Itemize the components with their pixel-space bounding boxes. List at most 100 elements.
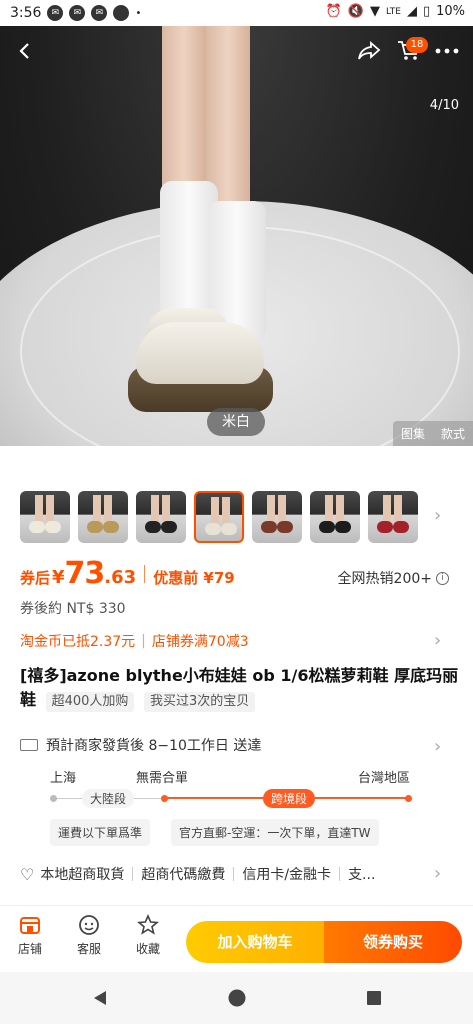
service-item: 支...	[348, 867, 376, 883]
pre-discount-price: 优惠前 ¥79	[153, 569, 235, 587]
signal-icon: ◢	[406, 4, 417, 19]
route-dot-destination	[405, 795, 412, 802]
tag-repurchase: 我买过3次的宝贝	[144, 692, 256, 712]
thumb-shoe	[161, 521, 177, 533]
nav-back-icon[interactable]	[88, 986, 112, 1010]
thumb-shoe	[29, 521, 45, 533]
sku-thumbnails	[20, 491, 418, 543]
product-image[interactable]: 18 4/10 米白	[0, 26, 473, 446]
currency-symbol: ¥	[52, 567, 65, 588]
chevron-right-icon[interactable]: ›	[434, 630, 441, 651]
hot-sales-text: 全网热销200+	[337, 571, 432, 587]
image-page-counter: 4/10	[429, 98, 459, 113]
route-dot-origin	[50, 795, 57, 802]
thumb-leg	[267, 495, 275, 521]
divider	[339, 867, 341, 881]
thumb-leg	[222, 497, 230, 523]
tab-style[interactable]: 款式	[433, 421, 473, 446]
thumb-leg	[162, 495, 170, 521]
segment-domestic: 大陸段	[82, 789, 135, 808]
thumb-shoe	[377, 521, 393, 533]
status-time: 3:56	[10, 5, 42, 21]
color-label-chip: 米白	[207, 408, 265, 436]
action-bar: 店铺 客服 收藏 加入购物车 领券购买	[0, 905, 473, 972]
coupon-price-label: 券后	[20, 569, 51, 587]
alarm-icon: ⏰	[325, 4, 342, 19]
thumb-leg	[104, 495, 112, 521]
service-label: 客服	[76, 942, 101, 956]
chevron-right-icon[interactable]: ›	[434, 863, 441, 884]
more-icon[interactable]	[430, 34, 464, 68]
favorite-button[interactable]: 收藏	[128, 913, 168, 957]
sku-thumbnail[interactable]	[310, 491, 360, 543]
hot-sales[interactable]: 全网热销200+ i	[338, 568, 449, 588]
system-nav-bar	[0, 972, 473, 1024]
service-item: 信用卡/金融卡	[242, 867, 332, 883]
truck-icon	[20, 739, 38, 751]
shipping-route: 上海 無需合單 台灣地區 大陸段 跨境段 運費以下單爲準 官方直郵-空運：一次下…	[44, 765, 424, 846]
back-icon[interactable]	[8, 34, 42, 68]
shop-button[interactable]: 店铺	[10, 914, 50, 957]
thumb-leg	[383, 495, 391, 521]
service-button[interactable]: 客服	[69, 914, 109, 957]
thumb-shoe	[335, 521, 351, 533]
tag-added-count: 超400人加购	[45, 692, 135, 712]
thumb-leg	[394, 495, 402, 521]
sku-thumbnail[interactable]	[136, 491, 186, 543]
messenger-icon: ✉	[91, 5, 108, 21]
battery-icon: ▯	[422, 4, 431, 19]
thumb-leg	[211, 497, 219, 523]
shipping-fee-note: 運費以下單爲準	[50, 819, 151, 846]
wifi-icon: ▼	[369, 4, 380, 19]
price-decimal: .63	[104, 567, 137, 588]
tab-gallery[interactable]: 图集	[393, 421, 433, 446]
add-to-cart-button[interactable]: 加入购物车	[186, 921, 324, 963]
nav-recents-icon[interactable]	[362, 986, 386, 1010]
divider	[144, 564, 146, 583]
divider	[132, 867, 134, 881]
mute-icon: 🔇	[347, 4, 364, 19]
sku-thumbnail[interactable]	[368, 491, 418, 543]
shipping-method-note: 官方直郵-空運：一次下單，直達TW	[171, 819, 379, 846]
route-middle: 無需合單	[136, 771, 189, 786]
thumb-leg	[35, 495, 43, 521]
buy-with-coupon-button[interactable]: 领券购买	[324, 921, 462, 963]
circle-icon	[113, 5, 130, 21]
status-right: ⏰ 🔇 ▼ LTE ◢ ▯ 10%	[326, 4, 465, 19]
shipping-estimate: 預計商家發貨後 8−10工作日 送達	[46, 738, 262, 754]
favorite-label: 收藏	[135, 942, 160, 956]
thumb-shoe	[393, 521, 409, 533]
shipping-estimate-row[interactable]: 預計商家發貨後 8−10工作日 送達	[20, 735, 261, 755]
dot-icon: •	[135, 7, 142, 19]
info-icon: i	[436, 571, 449, 585]
battery-level: 10%	[436, 4, 465, 19]
services-row[interactable]: ♡ 本地超商取貨 超商代碼繳費 信用卡/金融卡 支...	[20, 864, 383, 884]
nav-home-icon[interactable]	[225, 986, 249, 1010]
thumb-shoe	[261, 521, 277, 533]
promo-row[interactable]: 淘金币已抵2.37元 | 店铺券满70减3	[20, 631, 249, 651]
thumb-shoe	[319, 521, 335, 533]
thumb-shoe	[221, 523, 237, 535]
chevron-right-icon[interactable]: ›	[434, 505, 441, 526]
share-icon[interactable]	[352, 34, 386, 68]
thumb-shoe	[45, 521, 61, 533]
price-integer: 73	[64, 556, 106, 591]
sku-thumbnail[interactable]	[194, 491, 244, 543]
shop-label: 店铺	[17, 942, 42, 956]
sku-thumbnail[interactable]	[252, 491, 302, 543]
chevron-right-icon[interactable]: ›	[434, 736, 441, 757]
thumb-leg	[278, 495, 286, 521]
lte-icon: LTE	[385, 6, 401, 17]
sku-thumbnail[interactable]	[20, 491, 70, 543]
route-dot-middle	[161, 795, 168, 802]
sku-thumbnail[interactable]	[78, 491, 128, 543]
segment-crossborder: 跨境段	[263, 789, 316, 808]
thumb-shoe	[87, 521, 103, 533]
thumb-leg	[93, 495, 101, 521]
product-title: [禧多]azone blythe小布娃娃 ob 1/6松糕萝莉鞋 厚底玛丽鞋 超…	[20, 664, 460, 712]
divider: |	[141, 633, 146, 649]
shoe-right	[136, 322, 264, 384]
star-icon	[128, 913, 168, 940]
messenger-icon: ✉	[69, 5, 86, 21]
view-tabs: 图集 款式	[392, 421, 473, 446]
